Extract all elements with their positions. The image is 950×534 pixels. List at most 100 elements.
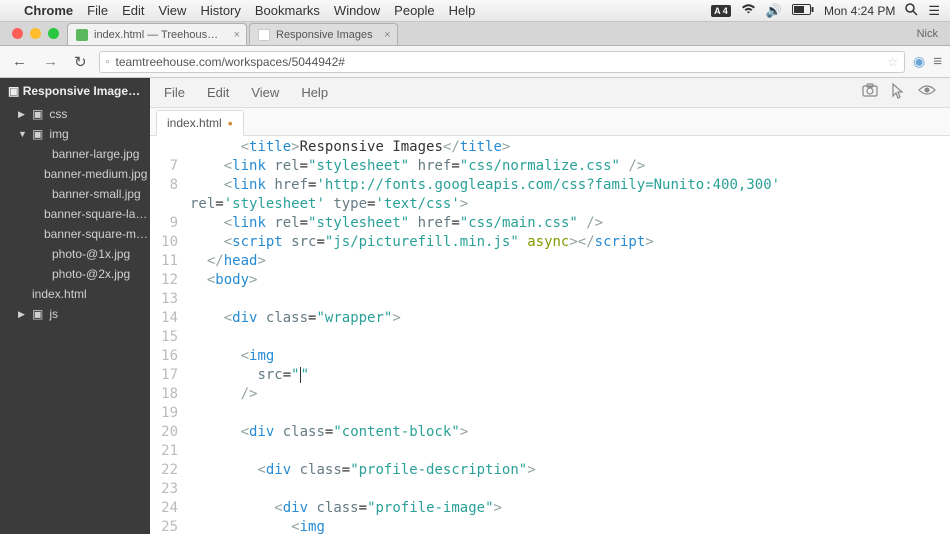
code-line[interactable]: 15 [150, 328, 950, 347]
line-number: 20 [150, 423, 190, 442]
code-content: <body> [190, 271, 257, 290]
line-number: 17 [150, 366, 190, 385]
code-line[interactable]: <title>Responsive Images</title> [150, 138, 950, 157]
volume-icon[interactable]: 🔊 [766, 3, 782, 19]
editor-menu-view[interactable]: View [251, 85, 279, 100]
mac-menu-view[interactable]: View [158, 3, 186, 18]
code-line[interactable]: 21 [150, 442, 950, 461]
mac-menu-history[interactable]: History [200, 3, 240, 18]
code-line[interactable]: 22 <div class="profile-description"> [150, 461, 950, 480]
editor-menu-edit[interactable]: Edit [207, 85, 229, 100]
line-number: 8 [150, 176, 190, 195]
mac-menu-edit[interactable]: Edit [122, 3, 144, 18]
tree-file[interactable]: banner-square-m… [0, 224, 150, 244]
code-content: <script src="js/picturefill.min.js" asyn… [190, 233, 654, 252]
line-number: 12 [150, 271, 190, 290]
code-content: src="" [190, 366, 309, 385]
disclosure-arrow-icon: ▶ [18, 109, 26, 120]
tree-file[interactable]: banner-square-la… [0, 204, 150, 224]
tree-folder[interactable]: ▶ ▣ js [0, 304, 150, 324]
code-line[interactable]: 9 <link rel="stylesheet" href="css/main.… [150, 214, 950, 233]
battery-icon[interactable] [792, 3, 814, 18]
tree-file[interactable]: photo-@2x.jpg [0, 264, 150, 284]
line-number: 18 [150, 385, 190, 404]
cursor-icon[interactable] [892, 83, 904, 103]
tree-item-label: photo-@2x.jpg [52, 267, 130, 281]
code-line[interactable]: rel='stylesheet' type='text/css'> [150, 195, 950, 214]
code-content: <img [190, 347, 274, 366]
tree-item-label: js [49, 307, 58, 321]
code-line[interactable]: 25 <img [150, 518, 950, 534]
tree-folder[interactable]: ▼▣img [0, 124, 150, 144]
wifi-icon[interactable] [741, 3, 756, 18]
tree-file[interactable]: photo-@1x.jpg [0, 244, 150, 264]
disclosure-arrow-icon: ▶ [18, 309, 26, 320]
editor-tab-active[interactable]: index.html • [156, 110, 244, 136]
tree-item-label: banner-square-la… [44, 207, 147, 221]
code-line[interactable]: 8 <link href='http://fonts.googleapis.co… [150, 176, 950, 195]
code-line[interactable]: 10 <script src="js/picturefill.min.js" a… [150, 233, 950, 252]
reload-button[interactable]: ↻ [70, 51, 91, 73]
mac-menu-help[interactable]: Help [449, 3, 476, 18]
mac-menu-file[interactable]: File [87, 3, 108, 18]
editor-area: File Edit View Help index.html • [150, 78, 950, 534]
line-number: 24 [150, 499, 190, 518]
mac-app-name[interactable]: Chrome [24, 3, 73, 18]
tree-file[interactable]: index.html [0, 284, 150, 304]
window-controls [4, 28, 67, 39]
code-line[interactable]: 19 [150, 404, 950, 423]
mac-menu-window[interactable]: Window [334, 3, 380, 18]
code-line[interactable]: 18 /> [150, 385, 950, 404]
mac-menu-bookmarks[interactable]: Bookmarks [255, 3, 320, 18]
tree-file[interactable]: banner-large.jpg [0, 144, 150, 164]
line-number: 9 [150, 214, 190, 233]
code-line[interactable]: 16 <img [150, 347, 950, 366]
folder-icon: ▣ [32, 307, 43, 321]
tab-close-icon[interactable]: × [234, 29, 240, 41]
code-line[interactable]: 11 </head> [150, 252, 950, 271]
line-number: 11 [150, 252, 190, 271]
tab-close-icon[interactable]: × [384, 29, 390, 41]
spotlight-icon[interactable] [905, 3, 918, 19]
zoom-window-button[interactable] [48, 28, 59, 39]
code-line[interactable]: 23 [150, 480, 950, 499]
line-number: 16 [150, 347, 190, 366]
chrome-menu-icon[interactable]: ≡ [933, 53, 942, 70]
forward-button[interactable]: → [39, 51, 62, 72]
minimize-window-button[interactable] [30, 28, 41, 39]
back-button[interactable]: ← [8, 51, 31, 72]
clock[interactable]: Mon 4:24 PM [824, 4, 895, 18]
code-line[interactable]: 12 <body> [150, 271, 950, 290]
code-line[interactable]: 17 src="" [150, 366, 950, 385]
code-line[interactable]: 7 <link rel="stylesheet" href="css/norma… [150, 157, 950, 176]
tree-folder[interactable]: ▶▣css [0, 104, 150, 124]
mac-menu-people[interactable]: People [394, 3, 434, 18]
code-line[interactable]: 20 <div class="content-block"> [150, 423, 950, 442]
notification-center-icon[interactable]: ☰ [928, 3, 940, 19]
code-line[interactable]: 14 <div class="wrapper"> [150, 309, 950, 328]
code-content: <link rel="stylesheet" href="css/main.cs… [190, 214, 603, 233]
code-line[interactable]: 24 <div class="profile-image"> [150, 499, 950, 518]
code-content: <div class="content-block"> [190, 423, 468, 442]
address-bar[interactable]: ▫ teamtreehouse.com/workspaces/5044942# … [99, 51, 905, 73]
editor-menu-help[interactable]: Help [301, 85, 328, 100]
tree-file[interactable]: banner-small.jpg [0, 184, 150, 204]
preview-eye-icon[interactable] [918, 83, 936, 103]
browser-tab-strip: index.html — Treehouse … × Responsive Im… [0, 22, 950, 46]
project-name[interactable]: ▣ Responsive Images -… [0, 78, 150, 104]
line-number: 19 [150, 404, 190, 423]
browser-tab-active[interactable]: index.html — Treehouse … × [67, 23, 247, 45]
code-line[interactable]: 13 [150, 290, 950, 309]
bookmark-star-icon[interactable]: ☆ [887, 55, 898, 69]
adobe-badge-icon[interactable]: A 4 [711, 5, 731, 17]
camera-icon[interactable] [862, 83, 878, 103]
extension-icon[interactable]: ◉ [913, 53, 925, 70]
profile-button[interactable]: Nick [905, 28, 950, 40]
code-editor[interactable]: <title>Responsive Images</title>7 <link … [150, 136, 950, 534]
close-window-button[interactable] [12, 28, 23, 39]
tree-item-label: banner-medium.jpg [44, 167, 147, 181]
tree-file[interactable]: banner-medium.jpg [0, 164, 150, 184]
editor-menu-file[interactable]: File [164, 85, 185, 100]
code-content: rel='stylesheet' type='text/css'> [190, 195, 468, 214]
browser-tab[interactable]: Responsive Images × [249, 23, 398, 45]
